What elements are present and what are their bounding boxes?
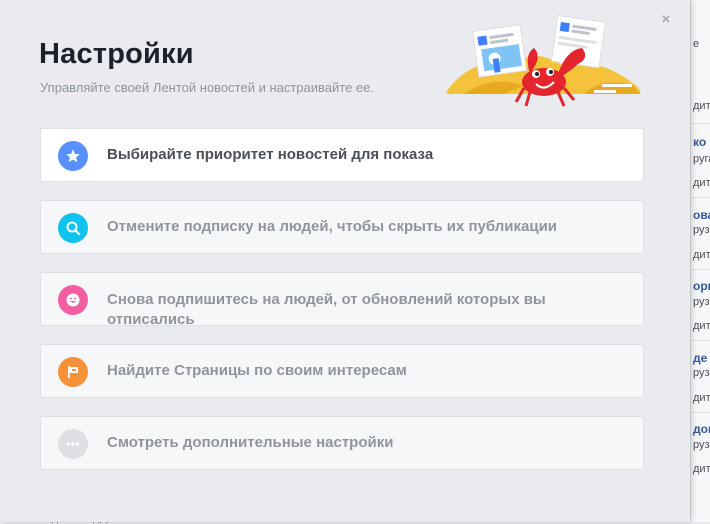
option-label: Выбирайте приоритет новостей для показа (107, 146, 434, 163)
bg-link: де (693, 351, 708, 365)
option-discover-pages[interactable]: Найдите Страницы по своим интересам (40, 344, 644, 398)
bg-text: дит (693, 320, 710, 332)
flag-icon (58, 357, 88, 387)
option-label: Снова подпишитесь на людей, от обновлени… (107, 291, 546, 325)
search-icon (58, 213, 88, 243)
option-reconnect[interactable]: Снова подпишитесь на людей, от обновлени… (40, 272, 644, 326)
bg-text: дит (693, 463, 710, 475)
bg-text: рузе (693, 224, 710, 236)
bg-text: е (693, 38, 700, 50)
bg-text: рузе (693, 367, 710, 379)
bg-text: дит (693, 100, 710, 112)
option-label: Найдите Страницы по своим интересам (107, 362, 407, 379)
dialog-subtitle: Управляйте своей Лентой новостей и настр… (40, 80, 375, 95)
bg-link: дов (693, 422, 710, 436)
option-label: Смотреть дополнительные настройки (107, 434, 394, 451)
close-button[interactable]: × (658, 12, 674, 28)
crab-illustration (446, 14, 641, 107)
option-label: Отмените подписку на людей, чтобы скрыть… (107, 218, 558, 235)
option-unfollow[interactable]: Отмените подписку на людей, чтобы скрыть… (40, 200, 644, 254)
bg-text: рузе (693, 296, 710, 308)
bg-text: рузе (693, 439, 710, 451)
bg-text: руга (693, 153, 710, 165)
bg-text: дит (693, 392, 710, 404)
bg-link: ко (693, 135, 707, 149)
dialog-title: Настройки (39, 38, 194, 70)
bg-text: дит (693, 249, 710, 261)
background-page-strip: е дит ко руга дит ова рузе дит орк рузе … (690, 0, 710, 522)
option-prioritize[interactable]: Выбирайте приоритет новостей для показа (40, 128, 644, 182)
bg-link: орк (693, 279, 710, 293)
star-icon (58, 141, 88, 171)
bg-link: ова (693, 208, 710, 222)
bg-text: дит (693, 177, 710, 189)
more-icon (58, 429, 88, 459)
smile-icon (58, 285, 88, 315)
option-more-settings[interactable]: Смотреть дополнительные настройки (40, 416, 644, 470)
news-feed-preferences-dialog: × Настройки Управляйте своей Лентой ново… (0, 0, 690, 522)
